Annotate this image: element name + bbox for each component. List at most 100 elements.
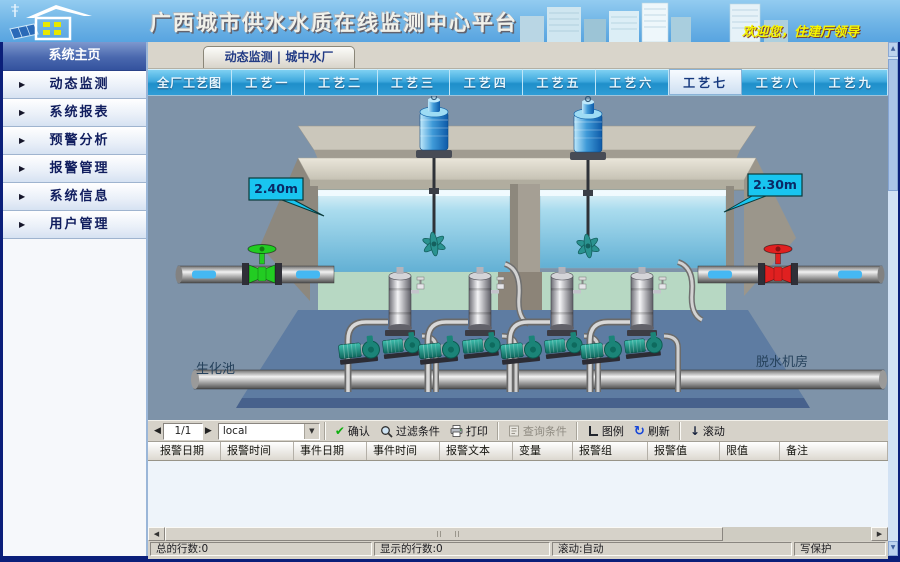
scroll-down-button[interactable]: ▼ <box>888 541 898 556</box>
refresh-button[interactable]: ↻ 刷新 <box>629 422 675 440</box>
sidebar-item-system-reports[interactable]: ▶系统报表 <box>3 99 146 127</box>
sidebar: 系统主页 ▶动态监测 ▶系统报表 ▶预警分析 ▶报警管理 ▶系统信息 ▶用户管理 <box>0 42 148 556</box>
vertical-scrollbar[interactable]: ▲ ▼ <box>888 42 900 556</box>
vertical-scroll-track[interactable] <box>888 57 898 541</box>
status-scroll-mode: 滚动:自动 <box>552 542 792 556</box>
right-tank-water <box>540 190 726 268</box>
tab-process-1[interactable]: 工艺一 <box>232 69 305 95</box>
column-remark[interactable]: 备注 <box>780 442 888 460</box>
menu-arrow-icon: ▶ <box>19 211 31 238</box>
tab-plant-overview[interactable]: 全厂工艺图 <box>148 69 232 95</box>
toolbar-separator <box>324 422 326 440</box>
app-window: 广西城市供水水质在线监测中心平台 欢迎您，住建厅领导 系统主页 ▶动态监测 ▶系… <box>0 0 900 562</box>
column-alarm-time[interactable]: 报警时间 <box>221 442 294 460</box>
page-indicator: 1/1 <box>163 423 203 440</box>
scroll-up-button[interactable]: ▲ <box>888 42 898 57</box>
toolbar-separator <box>497 422 499 440</box>
scroll-left-button[interactable]: ◀ <box>148 527 165 541</box>
header-banner: 广西城市供水水质在线监测中心平台 欢迎您，住建厅领导 <box>0 0 900 43</box>
sidebar-item-label: 系统信息 <box>31 183 128 210</box>
alarm-table-header: 报警日期 报警时间 事件日期 事件时间 报警文本 变量 报警组 报警值 限值 备… <box>148 442 888 461</box>
confirm-button[interactable]: ✔ 确认 <box>330 422 375 440</box>
scroll-right-button[interactable]: ▶ <box>871 527 888 541</box>
print-button[interactable]: 打印 <box>445 422 493 440</box>
column-event-time[interactable]: 事件时间 <box>367 442 440 460</box>
filter-conditions-button[interactable]: 过滤条件 <box>375 422 445 440</box>
query-label: 查询条件 <box>523 423 567 439</box>
alarm-table-body[interactable] <box>148 461 888 527</box>
column-alarm-value[interactable]: 报警值 <box>648 442 720 460</box>
sidebar-item-dynamic-monitoring[interactable]: ▶动态监测 <box>3 71 146 99</box>
sidebar-item-label: 报警管理 <box>31 155 128 182</box>
refresh-label: 刷新 <box>648 423 670 439</box>
left-tank-water <box>318 190 510 272</box>
column-alarm-group[interactable]: 报警组 <box>573 442 648 460</box>
menu-arrow-icon: ▶ <box>19 99 31 126</box>
scada-canvas: 2.40m 2.30m <box>148 96 888 420</box>
horizontal-scroll-track[interactable] <box>165 527 871 541</box>
legend-button[interactable]: 图例 <box>582 422 629 440</box>
vertical-scroll-thumb[interactable] <box>888 59 898 191</box>
tab-process-9[interactable]: 工艺九 <box>815 69 888 95</box>
menu-arrow-icon: ▶ <box>19 155 31 182</box>
menu-arrow-icon: ▶ <box>19 183 31 210</box>
filter-dropdown-value: local <box>219 424 304 439</box>
main-bottom-pipe <box>191 370 887 389</box>
tab-process-8[interactable]: 工艺八 <box>742 69 815 95</box>
column-alarm-date[interactable]: 报警日期 <box>148 442 221 460</box>
confirm-label: 确认 <box>348 423 370 439</box>
column-event-date[interactable]: 事件日期 <box>294 442 367 460</box>
toolbar-separator <box>576 422 578 440</box>
scroll-label: 滚动 <box>703 423 725 439</box>
alarm-toolbar: ◀ 1/1 ▶ local ▼ ✔ 确认 过滤条件 <box>148 420 888 442</box>
right-area-label: 脱水机房 <box>756 354 808 370</box>
next-page-button[interactable]: ▶ <box>203 422 214 440</box>
platform-logo-icon <box>8 1 104 41</box>
page-title: 广西城市供水水质在线监测中心平台 <box>150 7 518 37</box>
column-limit-value[interactable]: 限值 <box>720 442 780 460</box>
svg-text:2.30m: 2.30m <box>753 177 797 192</box>
view-tab-strip: 动态监测 | 城中水厂 <box>148 42 888 69</box>
sidebar-item-user-management[interactable]: ▶用户管理 <box>3 211 146 239</box>
print-label: 打印 <box>466 423 488 439</box>
sidebar-item-alarm-management[interactable]: ▶报警管理 <box>3 155 146 183</box>
filter-label: 过滤条件 <box>396 423 440 439</box>
magnifier-icon <box>380 425 393 438</box>
tab-process-3[interactable]: 工艺三 <box>378 69 451 95</box>
query-conditions-button[interactable]: 查询条件 <box>503 422 572 440</box>
svg-text:2.40m: 2.40m <box>254 181 298 196</box>
tab-process-5[interactable]: 工艺五 <box>523 69 596 95</box>
center-pillar <box>510 184 540 272</box>
legend-icon <box>587 425 599 437</box>
view-tab-dynamic-monitoring[interactable]: 动态监测 | 城中水厂 <box>203 46 355 68</box>
horizontal-scrollbar[interactable]: ◀ ▶ <box>148 527 888 541</box>
horizontal-scroll-thumb[interactable] <box>165 527 723 541</box>
status-write-state: 写保护 <box>794 542 886 556</box>
toolbar-separator <box>679 422 681 440</box>
tab-process-2[interactable]: 工艺二 <box>305 69 378 95</box>
status-total-rows: 总的行数:0 <box>150 542 372 556</box>
filter-dropdown[interactable]: local ▼ <box>218 423 320 440</box>
refresh-icon: ↻ <box>634 425 645 438</box>
tab-process-4[interactable]: 工艺四 <box>450 69 523 95</box>
column-alarm-text[interactable]: 报警文本 <box>440 442 513 460</box>
prev-page-button[interactable]: ◀ <box>152 422 163 440</box>
sidebar-item-label: 预警分析 <box>31 127 128 154</box>
sidebar-item-system-info[interactable]: ▶系统信息 <box>3 183 146 211</box>
sidebar-item-warning-analysis[interactable]: ▶预警分析 <box>3 127 146 155</box>
dropdown-arrow-icon[interactable]: ▼ <box>304 424 319 439</box>
tab-process-6[interactable]: 工艺六 <box>596 69 669 95</box>
scroll-button[interactable]: ↓ 滚动 <box>685 422 730 440</box>
legend-label: 图例 <box>602 423 624 439</box>
sidebar-item-label: 动态监测 <box>31 71 128 98</box>
query-doc-icon <box>508 425 520 437</box>
status-visible-rows: 显示的行数:0 <box>374 542 550 556</box>
tab-process-7[interactable]: 工艺七 <box>669 69 743 95</box>
column-variable[interactable]: 变量 <box>513 442 573 460</box>
status-bar: 总的行数:0 显示的行数:0 滚动:自动 写保护 <box>148 541 888 559</box>
process-tab-bar: 全厂工艺图 工艺一 工艺二 工艺三 工艺四 工艺五 工艺六 工艺七 工艺八 工艺… <box>148 69 888 96</box>
sidebar-home[interactable]: 系统主页 <box>3 42 146 71</box>
printer-icon <box>450 425 463 437</box>
sidebar-item-label: 用户管理 <box>31 211 128 238</box>
next-icon: ▶ <box>205 426 212 436</box>
